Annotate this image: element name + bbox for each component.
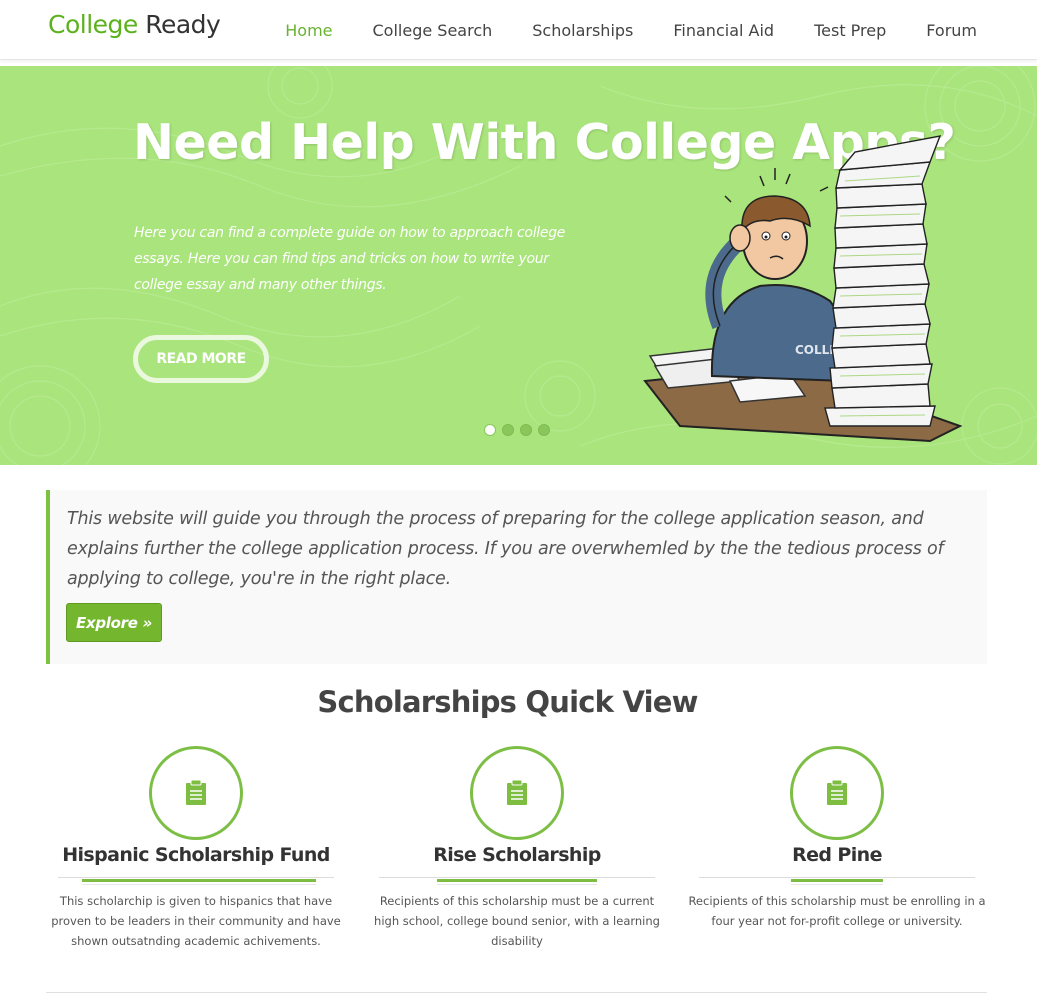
scholarship-description: This scholarchip is given to hispanics t… <box>51 894 341 948</box>
hero-slider: Need Help With College Apps? Here you ca… <box>0 66 1037 465</box>
logo-part-college: College <box>48 10 138 39</box>
scholarship-title[interactable]: Hispanic Scholarship Fund <box>46 844 346 866</box>
title-underline <box>82 879 316 882</box>
intro-text: This website will guide you through the … <box>67 509 944 589</box>
scholarship-title[interactable]: Rise Scholarship <box>367 844 667 866</box>
clipboard-icon <box>186 780 206 805</box>
read-more-button[interactable]: Read More <box>133 335 269 383</box>
nav-item-financial-aid[interactable]: Financial Aid <box>673 21 774 40</box>
clipboard-icon <box>507 780 527 805</box>
slider-dot-2[interactable] <box>502 424 514 436</box>
nav-item-forum[interactable]: Forum <box>926 21 977 40</box>
title-divider <box>699 877 975 878</box>
site-header: College Ready Home College Search Schola… <box>0 0 1037 60</box>
section-divider <box>46 992 987 993</box>
title-underline-shadow <box>82 884 316 885</box>
logo-part-ready: Ready <box>145 10 221 39</box>
clipboard-icon <box>827 780 847 805</box>
main-nav: Home College Search Scholarships Financi… <box>245 0 977 60</box>
nav-item-test-prep[interactable]: Test Prep <box>814 21 886 40</box>
site-logo[interactable]: College Ready <box>48 10 221 39</box>
clipboard-icon-circle <box>790 746 884 840</box>
clipboard-icon-circle <box>470 746 564 840</box>
scholarship-description: Recipients of this scholarship must be a… <box>374 894 660 948</box>
clipboard-icon-circle <box>149 746 243 840</box>
scholarships-section-title: Scholarships Quick View <box>317 685 698 719</box>
slider-dot-4[interactable] <box>538 424 550 436</box>
scholarship-title[interactable]: Red Pine <box>687 844 987 866</box>
nav-item-college-search[interactable]: College Search <box>373 21 493 40</box>
title-divider <box>58 877 334 878</box>
slider-pagination <box>484 424 556 436</box>
scholarship-description: Recipients of this scholarship must be e… <box>688 894 986 928</box>
hero-description: Here you can find a complete guide on ho… <box>134 225 566 293</box>
nav-item-scholarships[interactable]: Scholarships <box>532 21 633 40</box>
nav-item-home[interactable]: Home <box>285 21 332 40</box>
intro-callout: This website will guide you through the … <box>46 490 987 664</box>
slider-dot-3[interactable] <box>520 424 532 436</box>
title-underline <box>437 879 597 882</box>
title-divider <box>379 877 655 878</box>
stressed-student-illustration: COLLEGE <box>643 135 963 443</box>
slider-dot-1[interactable] <box>484 424 496 436</box>
title-underline <box>791 879 883 882</box>
explore-button[interactable]: Explore » <box>66 603 162 642</box>
title-underline-shadow <box>437 884 597 885</box>
title-underline-shadow <box>791 884 883 885</box>
